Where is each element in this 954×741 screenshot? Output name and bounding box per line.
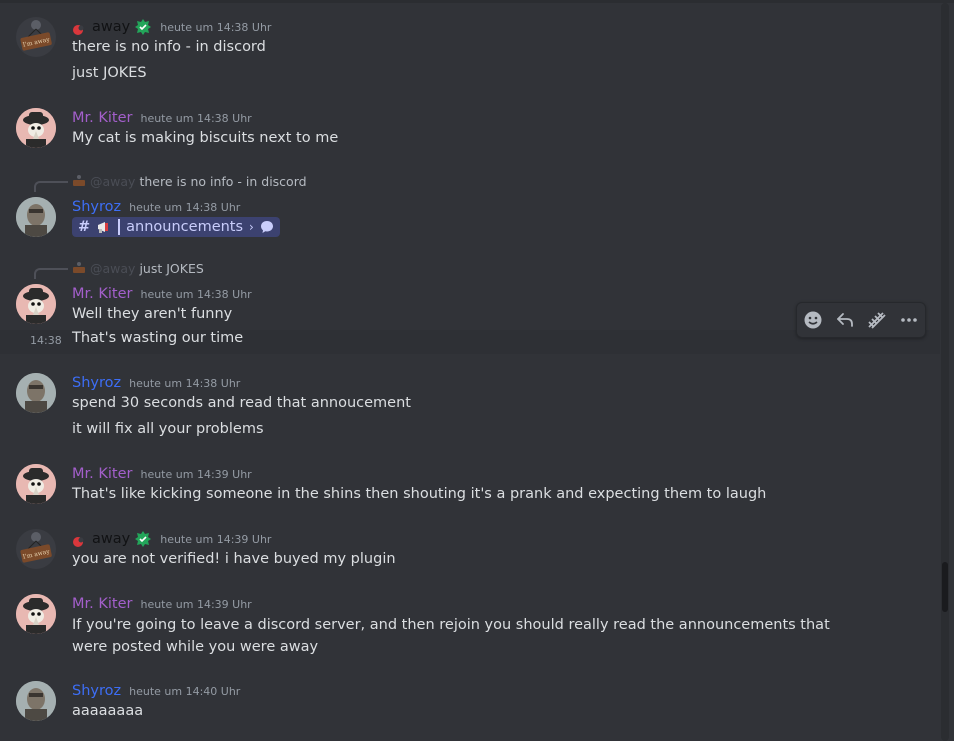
chevron-right-icon: › (249, 220, 254, 234)
message-text: aaaaaaaa (72, 703, 144, 719)
message-header: Shyroz heute um 14:38 Uhr (72, 197, 240, 217)
reply-avatar-icon (72, 261, 86, 275)
avatar[interactable] (16, 284, 56, 324)
reply-button[interactable] (832, 307, 858, 333)
hover-timestamp[interactable]: 14:38 (30, 334, 62, 347)
message-header: Shyroz heute um 14:40 Uhr (72, 681, 240, 701)
avatar[interactable] (16, 373, 56, 413)
timestamp[interactable]: heute um 14:39 Uhr (160, 533, 271, 546)
reply-spine (34, 181, 68, 192)
status-icon (72, 533, 84, 547)
forward-button[interactable] (864, 307, 890, 333)
message-group: I'm away away heute um 14:39 Uhr you are… (0, 524, 940, 574)
timestamp[interactable]: heute um 14:38 Uhr (129, 201, 240, 214)
message-group: @away there is no info - in discord Shyr… (0, 170, 940, 242)
verified-badge-icon (134, 530, 152, 548)
timestamp[interactable]: heute um 14:39 Uhr (140, 598, 251, 611)
channel-divider (118, 219, 121, 235)
message-content: # announcements › (72, 217, 280, 237)
timestamp[interactable]: heute um 14:38 Uhr (129, 377, 240, 390)
message-group: Shyroz heute um 14:40 Uhr aaaaaaaa (0, 676, 940, 736)
reply-preview[interactable]: @away there is no info - in discord (72, 172, 307, 190)
message-list[interactable]: I'm away away heute um 14:38 Uhr there i… (0, 3, 940, 741)
username[interactable]: Mr. Kiter (72, 596, 132, 612)
reply-icon (837, 313, 853, 327)
message-header: Mr. Kiter heute um 14:39 Uhr (72, 464, 252, 484)
message-text: you are not verified! i have buyed my pl… (72, 551, 396, 567)
message-group: I'm away away heute um 14:38 Uhr there i… (0, 3, 940, 93)
reply-text: there is no info - in discord (139, 173, 307, 189)
verified-badge-icon (134, 18, 152, 36)
reply-mention[interactable]: @away (90, 174, 135, 189)
message-text: That's wasting our time (72, 330, 244, 346)
username[interactable]: Shyroz (72, 683, 121, 699)
message-toolbar (796, 302, 926, 338)
message-text: That's like kicking someone in the shins… (72, 486, 767, 502)
message-text: Well they aren't funny (72, 306, 233, 322)
channel-hash-icon: # (78, 219, 91, 235)
username[interactable]: Mr. Kiter (72, 466, 132, 482)
message-text: If you're going to leave a discord serve… (72, 617, 830, 655)
thread-bubble-icon (260, 220, 274, 234)
status-icon (72, 21, 84, 35)
message-group: Mr. Kiter heute um 14:38 Uhr My cat is m… (0, 103, 940, 153)
message-group: Shyroz heute um 14:38 Uhr spend 30 secon… (0, 368, 940, 444)
username[interactable]: away (92, 531, 130, 547)
message-header: Mr. Kiter heute um 14:39 Uhr (72, 594, 252, 614)
timestamp[interactable]: heute um 14:39 Uhr (140, 468, 251, 481)
avatar[interactable] (16, 464, 56, 504)
channel-mention[interactable]: # announcements › (72, 217, 280, 237)
avatar[interactable]: I'm away (16, 529, 56, 569)
username[interactable]: Shyroz (72, 375, 121, 391)
message-header: Mr. Kiter heute um 14:38 Uhr (72, 284, 252, 304)
avatar[interactable] (16, 197, 56, 237)
timestamp[interactable]: heute um 14:38 Uhr (140, 112, 251, 125)
scrollbar-track[interactable] (941, 3, 949, 741)
channel-name: announcements (126, 219, 244, 235)
megaphone-icon (96, 220, 112, 234)
reply-text: just JOKES (139, 260, 204, 276)
message-text: it will fix all your problems (72, 421, 264, 437)
reply-avatar-icon (72, 174, 86, 188)
message-text: there is no info - in discord (72, 39, 266, 55)
scrollbar-thumb[interactable] (942, 562, 948, 612)
timestamp[interactable]: heute um 14:38 Uhr (140, 288, 251, 301)
avatar[interactable] (16, 594, 56, 634)
more-options-icon (901, 318, 917, 322)
timestamp[interactable]: heute um 14:38 Uhr (160, 21, 271, 34)
avatar[interactable] (16, 681, 56, 721)
message-header: Shyroz heute um 14:38 Uhr (72, 373, 240, 393)
avatar[interactable]: I'm away (16, 17, 56, 57)
message-header: Mr. Kiter heute um 14:38 Uhr (72, 108, 252, 128)
message-text: spend 30 seconds and read that annouceme… (72, 395, 411, 411)
message-text: just JOKES (72, 65, 147, 81)
username[interactable]: away (92, 19, 130, 35)
message-header: away heute um 14:38 Uhr (72, 17, 271, 37)
reply-mention[interactable]: @away (90, 261, 135, 276)
message-text: My cat is making biscuits next to me (72, 130, 339, 146)
message-group: Mr. Kiter heute um 14:39 Uhr If you're g… (0, 589, 940, 659)
reply-preview[interactable]: @away just JOKES (72, 259, 204, 277)
reply-spine (34, 268, 68, 279)
username[interactable]: Mr. Kiter (72, 110, 132, 126)
avatar[interactable] (16, 108, 56, 148)
timestamp[interactable]: heute um 14:40 Uhr (129, 685, 240, 698)
more-options-button[interactable] (896, 307, 922, 333)
message-group: Mr. Kiter heute um 14:39 Uhr That's like… (0, 459, 940, 509)
username[interactable]: Mr. Kiter (72, 286, 132, 302)
add-reaction-icon (804, 311, 822, 329)
add-reaction-button[interactable] (800, 307, 826, 333)
forward-icon (868, 312, 886, 329)
username[interactable]: Shyroz (72, 199, 121, 215)
message-header: away heute um 14:39 Uhr (72, 529, 271, 549)
